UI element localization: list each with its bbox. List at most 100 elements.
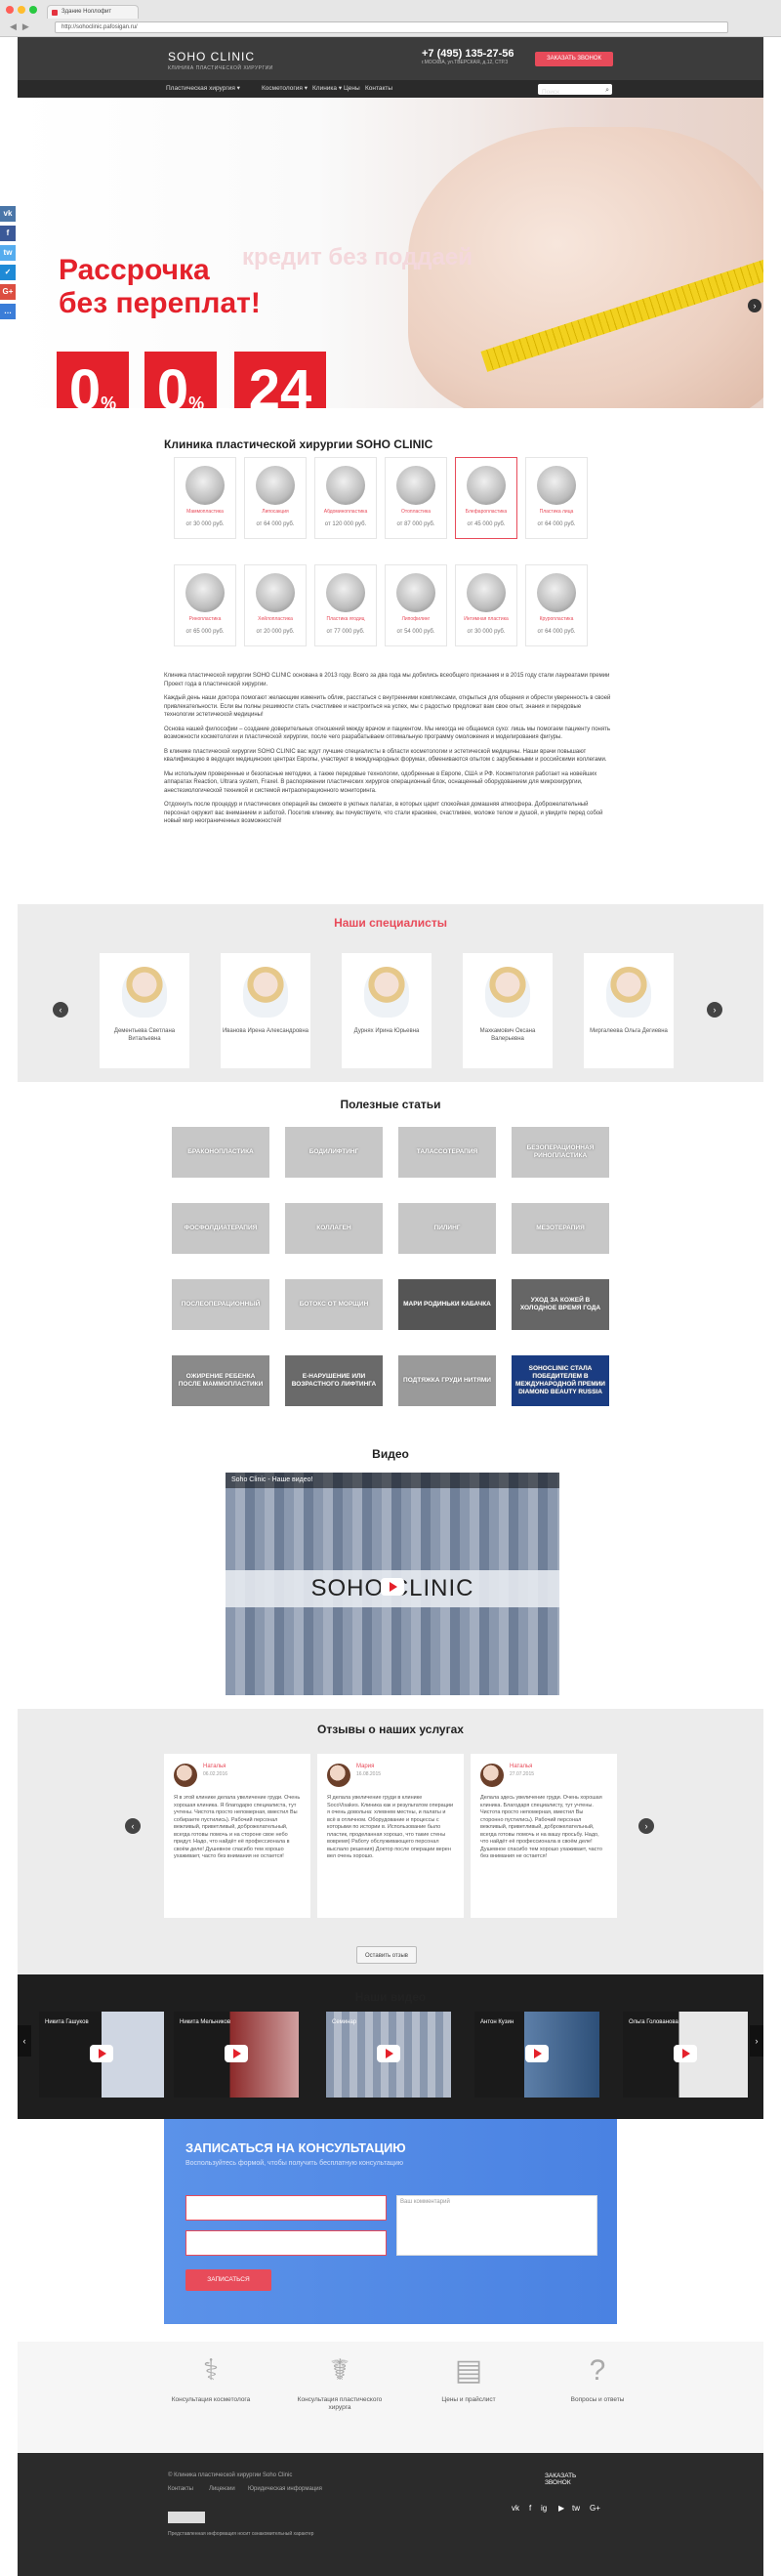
doctor-icon: ☤ — [329, 2354, 350, 2387]
footer-link-contacts[interactable]: Контакты — [168, 2486, 193, 2492]
specialist-card[interactable]: Махкамович Оксана Валерьевна — [463, 953, 553, 1068]
service-card[interactable]: Абдоминопластика от 120 000 руб. — [314, 457, 377, 539]
article-tile[interactable]: Бодилифтинг — [285, 1127, 383, 1178]
article-tile[interactable]: Пилинг — [398, 1203, 496, 1254]
slider-next-arrow-icon[interactable]: › — [748, 299, 761, 312]
video-thumb[interactable]: Семинар — [326, 2012, 451, 2098]
video-play-icon[interactable] — [525, 2045, 549, 2062]
submit-button[interactable]: ЗАПИСАТЬСЯ — [185, 2269, 271, 2291]
service-card[interactable]: Отопластика от 87 000 руб. — [385, 457, 447, 539]
footer-call-button[interactable]: ЗАКАЗАТЬ ЗВОНОК — [545, 2472, 603, 2486]
menu-item-clinic[interactable]: Клиника ▾ — [312, 80, 342, 98]
specialist-card[interactable]: Миргалеева Ольга Дегиевна — [584, 953, 674, 1068]
specialist-card[interactable]: Дурнях Ирина Юрьевна — [342, 953, 432, 1068]
leave-review-button[interactable]: Оставить отзыв — [356, 1946, 417, 1964]
article-tile[interactable]: SOHOCLINIC стала победителем в междунаро… — [512, 1355, 609, 1406]
facebook-icon[interactable]: f — [0, 226, 16, 241]
call-request-button[interactable]: ЗАКАЗАТЬ ЗВОНОК — [535, 52, 613, 66]
logo[interactable]: SOHO CLINIC КЛИНИКА ПЛАСТИЧЕСКОЙ ХИРУРГИИ — [168, 50, 273, 71]
twitter-icon[interactable]: tw — [572, 2504, 580, 2513]
back-forward-icon[interactable]: ◀▶ — [10, 21, 35, 32]
service-card[interactable]: Хейлопластика от 20 000 руб. — [244, 564, 307, 646]
feature-item[interactable]: ▤ Цены и прайслист — [420, 2353, 517, 2404]
specialists-section: Наши специалисты ‹ Дементьева Светлана В… — [18, 904, 763, 1082]
article-tile[interactable]: Е-нарушение или возрастного лифтинга — [285, 1355, 383, 1406]
instagram-icon[interactable]: ig — [541, 2504, 547, 2513]
video-play-icon[interactable] — [377, 2045, 400, 2062]
search-icon[interactable]: ⌕ — [605, 85, 609, 96]
article-tile[interactable]: Уход за кожей в холодное время года — [512, 1279, 609, 1330]
feature-item[interactable]: ⚕ Консультация косметолога — [162, 2353, 260, 2404]
article-tile[interactable]: Коллаген — [285, 1203, 383, 1254]
article-tile[interactable]: Ботокс от морщин — [285, 1279, 383, 1330]
videos-prev-arrow-icon[interactable]: ‹ — [18, 2025, 31, 2057]
service-card[interactable]: Интимная пластика от 30 000 руб. — [455, 564, 517, 646]
article-tile[interactable]: Подтяжка груди нитями — [398, 1355, 496, 1406]
menu-item-cosmetology[interactable]: Косметология ▾ — [262, 80, 308, 98]
video-thumb-title: Семинар — [332, 2019, 357, 2025]
article-tile[interactable]: Послеоперационный — [172, 1279, 269, 1330]
maximize-window-icon[interactable] — [29, 6, 37, 14]
minimize-window-icon[interactable] — [18, 6, 25, 14]
article-tile[interactable]: Талассотерапия — [398, 1127, 496, 1178]
vk-icon[interactable]: vk — [0, 206, 16, 222]
menu-item-plastic-surgery[interactable]: Пластическая хирургия ▾ — [166, 80, 240, 98]
service-card[interactable]: Круропластика от 64 000 руб. — [525, 564, 588, 646]
search-input[interactable]: Поиск ⌕ — [538, 84, 612, 96]
specialists-next-arrow-icon[interactable]: › — [707, 1002, 722, 1018]
video-thumb[interactable]: Никита Гашуков — [39, 2012, 164, 2098]
feature-item[interactable]: ? Вопросы и ответы — [549, 2353, 646, 2404]
twitter-icon[interactable]: tw — [0, 245, 16, 261]
feature-item[interactable]: ☤ Консультация пластического хирурга — [291, 2353, 389, 2412]
specialist-card[interactable]: Иванова Ирена Александровна — [221, 953, 310, 1068]
phone-field[interactable] — [185, 2230, 387, 2256]
article-tile[interactable]: Безоперационная ринопластика — [512, 1127, 609, 1178]
phone-number: +7 (495) 135-27-56 — [422, 48, 514, 60]
service-card[interactable]: Липофилинг от 54 000 руб. — [385, 564, 447, 646]
more-share-icon[interactable]: … — [0, 304, 16, 319]
video-player[interactable]: Soho Clinic - Наше видео! SOHO CLINIC — [226, 1473, 559, 1695]
specialists-title: Наши специалисты — [334, 916, 447, 930]
menu-item-prices[interactable]: Цены — [344, 80, 360, 98]
browser-tab[interactable]: Здание Ноллофит — [47, 5, 139, 19]
video-play-icon[interactable] — [381, 1578, 404, 1596]
service-card[interactable]: Пластика лица от 64 000 руб. — [525, 457, 588, 539]
footer-link-licenses[interactable]: Лицензии — [209, 2486, 235, 2492]
menu-item-contacts[interactable]: Контакты — [365, 80, 392, 98]
video-thumb[interactable]: Антон Кузин — [474, 2012, 599, 2098]
reviews-prev-arrow-icon[interactable]: ‹ — [125, 1818, 141, 1834]
videos-next-arrow-icon[interactable]: › — [750, 2025, 763, 2057]
service-card[interactable]: Липосакция от 64 000 руб. — [244, 457, 307, 539]
reviews-next-arrow-icon[interactable]: › — [638, 1818, 654, 1834]
footer-link-legal[interactable]: Юридическая информация — [248, 2486, 322, 2492]
service-name: Абдоминопластика — [323, 509, 368, 515]
article-tile[interactable]: Ожирение ребенка после маммопластики — [172, 1355, 269, 1406]
video-thumb[interactable]: Ольга Голованова — [623, 2012, 748, 2098]
service-card[interactable]: Блефаропластика от 45 000 руб. — [455, 457, 517, 539]
article-tile[interactable]: Браконопластика — [172, 1127, 269, 1178]
livejournal-icon[interactable]: ✓ — [0, 265, 16, 280]
comment-field[interactable]: Ваш комментарий — [396, 2195, 597, 2256]
close-window-icon[interactable] — [6, 6, 14, 14]
header-phone[interactable]: +7 (495) 135-27-56 г.МОСКВА, ул.ТВЕРСКАЯ,… — [422, 48, 514, 65]
google-plus-icon[interactable]: G+ — [590, 2504, 600, 2513]
address-bar[interactable]: http://sohoclinic.pafosigan.ru/ — [55, 21, 728, 33]
article-tile[interactable]: Фосфолдиатерапия — [172, 1203, 269, 1254]
service-card[interactable]: Пластика ягодиц от 77 000 руб. — [314, 564, 377, 646]
video-play-icon[interactable] — [225, 2045, 248, 2062]
service-card[interactable]: Ринопластика от 65 000 руб. — [174, 564, 236, 646]
video-play-icon[interactable] — [674, 2045, 697, 2062]
specialist-card[interactable]: Дементьева Светлана Витальевна — [100, 953, 189, 1068]
facebook-icon[interactable]: f — [529, 2504, 531, 2513]
promo-box: 24 — [234, 352, 326, 408]
article-tile[interactable]: Мезотерапия — [512, 1203, 609, 1254]
google-plus-icon[interactable]: G+ — [0, 284, 16, 300]
youtube-icon[interactable]: ▶ — [558, 2504, 564, 2513]
video-play-icon[interactable] — [90, 2045, 113, 2062]
article-tile[interactable]: Мари Родиньки Кабачка — [398, 1279, 496, 1330]
specialists-prev-arrow-icon[interactable]: ‹ — [53, 1002, 68, 1018]
vk-icon[interactable]: vk — [512, 2504, 519, 2513]
name-field[interactable] — [185, 2195, 387, 2221]
service-card[interactable]: Маммопластика от 30 000 руб. — [174, 457, 236, 539]
video-thumb[interactable]: Никита Мельников — [174, 2012, 299, 2098]
